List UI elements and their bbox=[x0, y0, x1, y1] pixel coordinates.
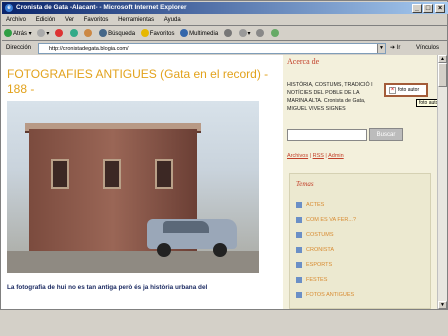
favorites-button[interactable]: Favoritos bbox=[139, 27, 177, 41]
minimize-button[interactable]: _ bbox=[412, 4, 422, 13]
scroll-up-icon[interactable]: ▲ bbox=[438, 55, 447, 63]
search-input[interactable] bbox=[287, 129, 367, 141]
about-heading: Acerca de bbox=[287, 57, 320, 66]
rss-link[interactable]: RSS bbox=[313, 153, 324, 159]
forward-arrow-icon bbox=[37, 29, 46, 38]
history-icon bbox=[223, 29, 232, 38]
admin-link[interactable]: Admin bbox=[328, 153, 344, 159]
page-content: FOTOGRAFIES ANTIGUES (Gata en el record)… bbox=[1, 55, 437, 309]
sidebar: Acerca de HISTÒRIA, COSTUMS, TRADICIÓ I … bbox=[283, 55, 437, 309]
address-input[interactable]: http://cronistadegata.blogia.com/ ▼ bbox=[38, 43, 386, 54]
topic-icon bbox=[296, 216, 302, 223]
maximize-button[interactable]: □ bbox=[423, 4, 433, 13]
menu-favoritos[interactable]: Favoritos bbox=[80, 15, 113, 26]
archives-link[interactable]: Archivos bbox=[287, 153, 308, 159]
refresh-button[interactable] bbox=[68, 27, 81, 41]
menu-ver[interactable]: Ver bbox=[61, 15, 78, 26]
multimedia-icon bbox=[180, 29, 189, 38]
topic-item[interactable]: ESPORTS bbox=[296, 260, 356, 275]
author-photo[interactable]: × foto autor bbox=[384, 83, 428, 97]
history-button[interactable] bbox=[222, 27, 235, 41]
star-icon bbox=[140, 29, 149, 38]
about-text: HISTÒRIA, COSTUMS, TRADICIÓ I NOTÍCIES D… bbox=[287, 82, 373, 112]
topic-item[interactable]: ACTES bbox=[296, 200, 356, 215]
scroll-thumb[interactable] bbox=[438, 63, 447, 87]
topics-list: ACTES COM ES VA FER...? COSTUMS CRONISTA… bbox=[296, 200, 356, 305]
sidebar-links: Archivos | RSS | Admin bbox=[287, 153, 344, 159]
topic-item[interactable]: CRONISTA bbox=[296, 245, 356, 260]
toolbar: Atrás ▾ ▾ Búsqueda Favoritos Multimedia … bbox=[2, 27, 448, 41]
menu-archivo[interactable]: Archivo bbox=[2, 15, 30, 26]
links-button[interactable]: Vínculos bbox=[416, 42, 439, 55]
post-text: La fotografia de hui no es tan antiga pe… bbox=[7, 284, 208, 291]
topic-icon bbox=[296, 246, 302, 253]
topic-icon bbox=[296, 261, 302, 268]
print-icon bbox=[256, 29, 265, 38]
topic-icon bbox=[296, 291, 302, 298]
post-photo bbox=[7, 101, 259, 273]
edit-icon bbox=[270, 29, 279, 38]
title-bar[interactable]: e Cronista de Gata -Alacant- - Microsoft… bbox=[2, 2, 448, 14]
menu-herramientas[interactable]: Herramientas bbox=[114, 15, 158, 26]
address-label: Dirección bbox=[6, 45, 32, 51]
topic-item[interactable]: COSTUMS bbox=[296, 230, 356, 245]
topic-icon bbox=[296, 231, 302, 238]
forward-button[interactable]: ▾ bbox=[35, 27, 51, 41]
edit-button[interactable] bbox=[269, 27, 282, 41]
home-icon bbox=[84, 29, 93, 38]
back-arrow-icon bbox=[4, 29, 12, 38]
broken-image-icon: × bbox=[389, 87, 396, 94]
topic-item[interactable]: COM ES VA FER...? bbox=[296, 215, 356, 230]
desktop-strip bbox=[0, 310, 448, 336]
print-button[interactable] bbox=[254, 27, 267, 41]
go-button[interactable]: ➔ Ir bbox=[390, 42, 400, 55]
topic-icon bbox=[296, 276, 302, 283]
tooltip: foto autor bbox=[416, 99, 437, 107]
main-column: FOTOGRAFIES ANTIGUES (Gata en el record)… bbox=[1, 55, 283, 309]
address-bar: Dirección http://cronistadegata.blogia.c… bbox=[2, 42, 448, 55]
address-dropdown-icon[interactable]: ▼ bbox=[377, 44, 385, 53]
back-button[interactable]: Atrás ▾ bbox=[2, 27, 34, 41]
url-text: http://cronistadegata.blogia.com/ bbox=[49, 46, 129, 52]
menu-ayuda[interactable]: Ayuda bbox=[160, 15, 185, 26]
menu-bar: Archivo Edición Ver Favoritos Herramient… bbox=[2, 15, 448, 26]
topics-heading: Temas bbox=[296, 180, 314, 188]
search-button[interactable]: Búsqueda bbox=[97, 27, 137, 41]
search-icon bbox=[99, 29, 108, 38]
mail-icon bbox=[238, 29, 247, 38]
search-submit-button[interactable]: Buscar bbox=[369, 128, 403, 141]
topics-box: Temas ACTES COM ES VA FER...? COSTUMS CR… bbox=[289, 173, 431, 309]
topic-icon bbox=[296, 201, 302, 208]
topic-item[interactable]: FOTOS ANTIGUES bbox=[296, 290, 356, 305]
ie-logo-icon: e bbox=[5, 4, 13, 12]
close-button[interactable]: × bbox=[435, 4, 445, 13]
refresh-icon bbox=[69, 29, 78, 38]
stop-icon bbox=[55, 29, 64, 38]
topic-item[interactable]: FESTES bbox=[296, 275, 356, 290]
menu-edicion[interactable]: Edición bbox=[32, 15, 60, 26]
scroll-down-icon[interactable]: ▼ bbox=[438, 301, 447, 309]
stop-button[interactable] bbox=[53, 27, 66, 41]
home-button[interactable] bbox=[82, 27, 95, 41]
mail-button[interactable]: ▾ bbox=[237, 27, 253, 41]
vertical-scrollbar[interactable]: ▲ ▼ bbox=[437, 55, 447, 309]
post-title[interactable]: FOTOGRAFIES ANTIGUES (Gata en el record)… bbox=[7, 67, 277, 97]
window-title: Cronista de Gata -Alacant- - Microsoft I… bbox=[16, 4, 187, 11]
multimedia-button[interactable]: Multimedia bbox=[178, 27, 220, 41]
